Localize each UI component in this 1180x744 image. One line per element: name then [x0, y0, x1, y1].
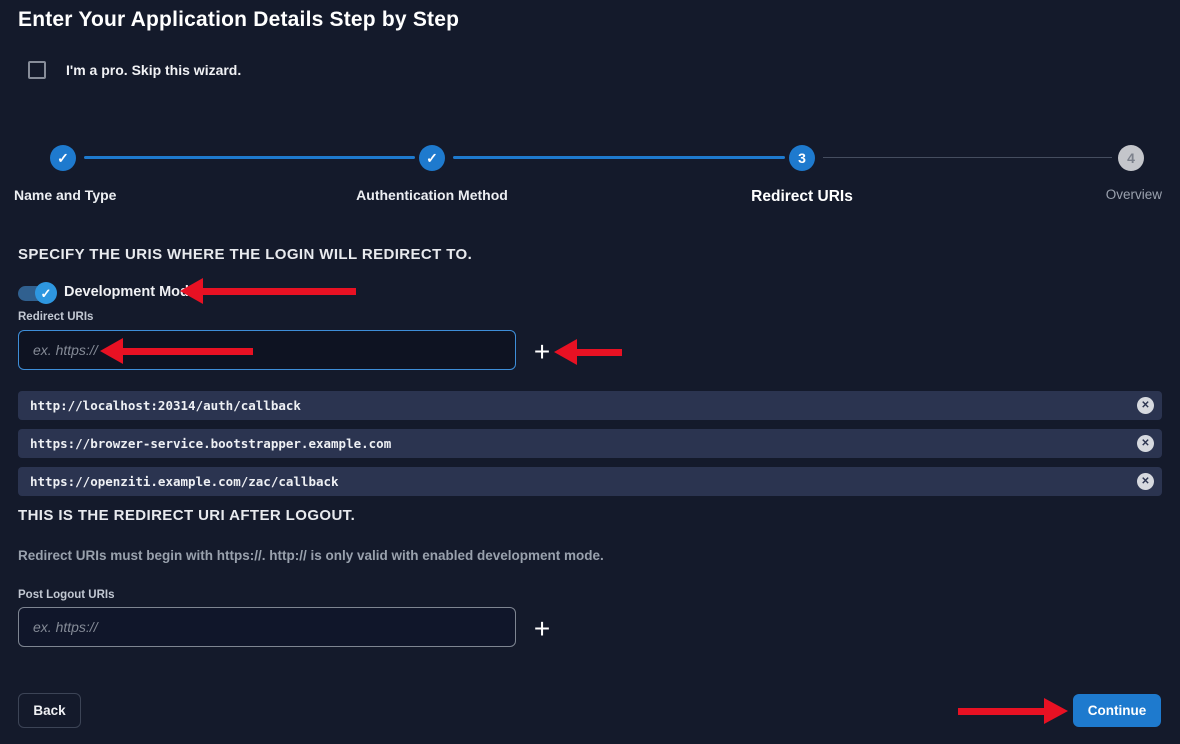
redirect-uri-input[interactable]: [18, 330, 516, 370]
page-title: Enter Your Application Details Step by S…: [18, 8, 459, 32]
step-number: 4: [1127, 151, 1135, 165]
step-3-circle[interactable]: 3: [789, 145, 815, 171]
redirect-uri-chip: http://localhost:20314/auth/callback ✕: [18, 391, 1162, 420]
step-4-circle[interactable]: 4: [1118, 145, 1144, 171]
annotation-arrow-development-mode: [180, 278, 356, 304]
toggle-thumb: ✓: [35, 282, 57, 304]
step-number: 3: [798, 151, 806, 165]
check-icon: ✓: [426, 151, 438, 165]
logout-section-heading: THIS IS THE REDIRECT URI AFTER LOGOUT.: [18, 507, 355, 524]
post-logout-uris-field-label: Post Logout URIs: [18, 589, 114, 601]
continue-button[interactable]: Continue: [1073, 694, 1161, 727]
back-button[interactable]: Back: [18, 693, 81, 728]
step-label-name-and-type: Name and Type: [14, 187, 116, 203]
annotation-arrow-continue: [958, 698, 1068, 724]
step-connector-2-3: [453, 156, 785, 159]
redirect-uri-chip: https://openziti.example.com/zac/callbac…: [18, 467, 1162, 496]
check-icon: ✓: [41, 287, 52, 300]
redirect-uri-value: http://localhost:20314/auth/callback: [30, 391, 301, 420]
annotation-arrow-add-button: [554, 339, 622, 365]
add-redirect-uri-button[interactable]: +: [528, 336, 556, 368]
development-mode-row: ✓ Development Mode: [18, 280, 76, 306]
skip-wizard-label: I'm a pro. Skip this wizard.: [66, 62, 241, 78]
check-icon: ✓: [57, 151, 69, 165]
step-label-overview: Overview: [1106, 187, 1162, 202]
step-1-circle[interactable]: ✓: [50, 145, 76, 171]
application-wizard-page: Enter Your Application Details Step by S…: [0, 0, 1180, 744]
add-post-logout-uri-button[interactable]: +: [528, 613, 556, 645]
skip-wizard-checkbox[interactable]: [28, 61, 46, 79]
redirect-uri-chip: https://browzer-service.bootstrapper.exa…: [18, 429, 1162, 458]
step-connector-3-4: [823, 157, 1112, 158]
step-connector-1-2: [84, 156, 415, 159]
development-mode-label: Development Mode: [64, 284, 197, 300]
remove-uri-icon[interactable]: ✕: [1137, 473, 1154, 490]
redirect-section-heading: SPECIFY THE URIS WHERE THE LOGIN WILL RE…: [18, 246, 472, 263]
step-label-authentication-method: Authentication Method: [356, 187, 508, 203]
post-logout-uri-input[interactable]: [18, 607, 516, 647]
redirect-uri-note: Redirect URIs must begin with https://. …: [18, 548, 604, 563]
step-label-redirect-uris: Redirect URIs: [751, 188, 853, 206]
step-2-circle[interactable]: ✓: [419, 145, 445, 171]
skip-wizard-row: I'm a pro. Skip this wizard.: [28, 59, 241, 81]
remove-uri-icon[interactable]: ✕: [1137, 397, 1154, 414]
redirect-uri-value: https://openziti.example.com/zac/callbac…: [30, 467, 339, 496]
redirect-uri-value: https://browzer-service.bootstrapper.exa…: [30, 429, 391, 458]
redirect-uris-field-label: Redirect URIs: [18, 311, 93, 323]
remove-uri-icon[interactable]: ✕: [1137, 435, 1154, 452]
